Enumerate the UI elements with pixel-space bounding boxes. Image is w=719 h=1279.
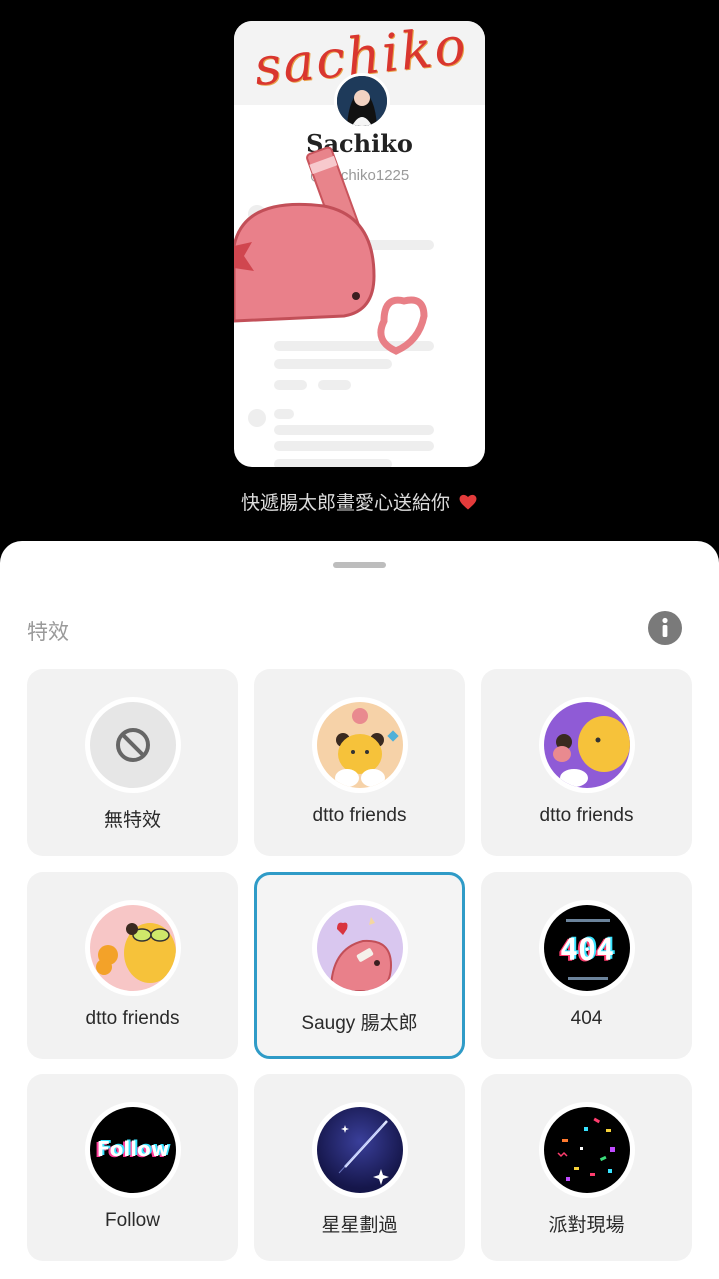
dtto-friends-peach-thumbnail [317,702,403,788]
effect-thumbnail [85,900,181,996]
follow-thumbnail: Follow Follow Follow [90,1107,176,1193]
effect-label: dtto friends [312,805,407,826]
effect-thumbnail [312,900,408,996]
effect-tile-dtto-friends-3[interactable]: dtto friends [27,872,238,1059]
sheet-title: 特效 [27,621,69,644]
placeholder-line [274,459,392,467]
effect-thumbnail [85,697,181,793]
effect-thumbnail [539,697,635,793]
effect-label: 404 [570,1008,603,1029]
thumb-text: Follow [97,1137,170,1161]
shooting-star-thumbnail [317,1107,403,1193]
effect-thumbnail [312,1102,408,1198]
thumb-text: 404 [560,933,614,968]
sheet-drag-handle[interactable] [333,562,386,568]
effect-thumbnail [312,697,408,793]
info-icon[interactable] [648,611,682,645]
dtto-friends-pink-thumbnail [90,905,176,991]
saugy-sticker-icon [234,146,428,355]
effects-bottom-sheet: 特效 無特效 dtto friends dtto friends dtto fr… [0,541,719,1279]
effect-caption-text: 快遞腸太郎畫愛心送給你 [240,493,450,514]
effect-tile-none[interactable]: 無特效 [27,669,238,856]
placeholder-line [274,425,434,435]
effect-tile-shooting-star[interactable]: 星星劃過 [254,1074,465,1261]
effect-label: Follow [105,1210,160,1231]
effect-thumbnail: Follow Follow Follow [85,1102,181,1198]
effect-tile-dtto-friends-2[interactable]: dtto friends [481,669,692,856]
placeholder-line [274,409,294,419]
effect-label: dtto friends [539,805,634,826]
placeholder-line [274,441,434,451]
saugy-thumbnail [317,905,403,991]
profile-preview-card: sachiko Sachiko @sachiko1225 [234,21,485,467]
glitch-404-thumbnail: 404 404 404 [544,905,630,991]
effect-label: 派對現場 [548,1215,625,1236]
profile-avatar [334,73,390,129]
effect-tile-dtto-friends-1[interactable]: dtto friends [254,669,465,856]
effect-thumbnail: 404 404 404 [539,900,635,996]
no-effect-icon [90,702,176,788]
effect-label: 星星劃過 [321,1215,398,1236]
effect-tile-follow[interactable]: Follow Follow Follow Follow [27,1074,238,1261]
effect-label: 無特效 [103,810,161,831]
effect-caption: 快遞腸太郎畫愛心送給你 [0,488,719,515]
effect-tile-saugy[interactable]: Saugy 腸太郎 [254,872,465,1059]
party-confetti-thumbnail [544,1107,630,1193]
heart-icon [459,494,477,510]
placeholder-dot [248,409,266,427]
effect-label: Saugy 腸太郎 [301,1013,418,1034]
effect-tile-party[interactable]: 派對現場 [481,1074,692,1261]
effect-label: dtto friends [85,1008,180,1029]
effect-thumbnail [539,1102,635,1198]
dtto-friends-purple-thumbnail [544,702,630,788]
effect-tile-404[interactable]: 404 404 404 404 [481,872,692,1059]
